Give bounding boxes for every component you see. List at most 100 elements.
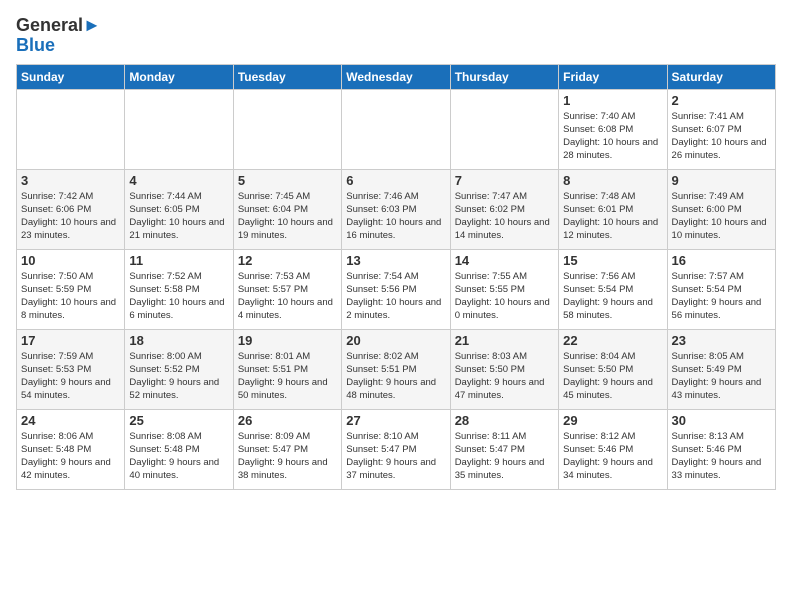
header-wednesday: Wednesday [342, 64, 450, 89]
calendar-cell: 27 Sunrise: 8:10 AM Sunset: 5:47 PM Dayli… [342, 409, 450, 489]
day-number: 23 [672, 333, 771, 348]
day-info: Sunrise: 7:48 AM Sunset: 6:01 PM Dayligh… [563, 190, 662, 243]
day-info: Sunrise: 8:03 AM Sunset: 5:50 PM Dayligh… [455, 350, 554, 403]
day-number: 6 [346, 173, 445, 188]
logo-svg-container: General► Blue [16, 16, 101, 56]
day-info: Sunrise: 7:57 AM Sunset: 5:54 PM Dayligh… [672, 270, 771, 323]
day-number: 13 [346, 253, 445, 268]
header: General► Blue [16, 16, 776, 56]
day-number: 4 [129, 173, 228, 188]
day-info: Sunrise: 7:50 AM Sunset: 5:59 PM Dayligh… [21, 270, 120, 323]
day-info: Sunrise: 8:04 AM Sunset: 5:50 PM Dayligh… [563, 350, 662, 403]
day-number: 9 [672, 173, 771, 188]
day-number: 16 [672, 253, 771, 268]
header-saturday: Saturday [667, 64, 775, 89]
calendar-cell [233, 89, 341, 169]
day-number: 29 [563, 413, 662, 428]
day-number: 1 [563, 93, 662, 108]
header-monday: Monday [125, 64, 233, 89]
header-thursday: Thursday [450, 64, 558, 89]
day-info: Sunrise: 7:41 AM Sunset: 6:07 PM Dayligh… [672, 110, 771, 163]
day-number: 10 [21, 253, 120, 268]
day-number: 20 [346, 333, 445, 348]
day-info: Sunrise: 7:55 AM Sunset: 5:55 PM Dayligh… [455, 270, 554, 323]
calendar-table: SundayMondayTuesdayWednesdayThursdayFrid… [16, 64, 776, 490]
week-row-3: 10 Sunrise: 7:50 AM Sunset: 5:59 PM Dayli… [17, 249, 776, 329]
calendar-cell: 23 Sunrise: 8:05 AM Sunset: 5:49 PM Dayli… [667, 329, 775, 409]
day-info: Sunrise: 8:02 AM Sunset: 5:51 PM Dayligh… [346, 350, 445, 403]
calendar-cell: 1 Sunrise: 7:40 AM Sunset: 6:08 PM Daylig… [559, 89, 667, 169]
calendar-cell: 24 Sunrise: 8:06 AM Sunset: 5:48 PM Dayli… [17, 409, 125, 489]
day-info: Sunrise: 7:52 AM Sunset: 5:58 PM Dayligh… [129, 270, 228, 323]
day-info: Sunrise: 8:11 AM Sunset: 5:47 PM Dayligh… [455, 430, 554, 483]
calendar-cell: 2 Sunrise: 7:41 AM Sunset: 6:07 PM Daylig… [667, 89, 775, 169]
logo-general-text: General► [16, 16, 101, 36]
day-info: Sunrise: 7:47 AM Sunset: 6:02 PM Dayligh… [455, 190, 554, 243]
day-number: 18 [129, 333, 228, 348]
day-info: Sunrise: 7:49 AM Sunset: 6:00 PM Dayligh… [672, 190, 771, 243]
day-number: 21 [455, 333, 554, 348]
calendar-cell: 28Sunrise: 8:11 AM Sunset: 5:47 PM Dayli… [450, 409, 558, 489]
calendar-cell [450, 89, 558, 169]
day-info: Sunrise: 7:54 AM Sunset: 5:56 PM Dayligh… [346, 270, 445, 323]
day-number: 8 [563, 173, 662, 188]
logo-blue-text: Blue [16, 36, 55, 56]
calendar-cell: 15 Sunrise: 7:56 AM Sunset: 5:54 PM Dayli… [559, 249, 667, 329]
day-info: Sunrise: 7:40 AM Sunset: 6:08 PM Dayligh… [563, 110, 662, 163]
calendar-cell: 22 Sunrise: 8:04 AM Sunset: 5:50 PM Dayli… [559, 329, 667, 409]
day-info: Sunrise: 8:08 AM Sunset: 5:48 PM Dayligh… [129, 430, 228, 483]
header-friday: Friday [559, 64, 667, 89]
week-row-5: 24 Sunrise: 8:06 AM Sunset: 5:48 PM Dayli… [17, 409, 776, 489]
day-number: 25 [129, 413, 228, 428]
week-row-4: 17 Sunrise: 7:59 AM Sunset: 5:53 PM Dayli… [17, 329, 776, 409]
day-number: 17 [21, 333, 120, 348]
day-info: Sunrise: 8:00 AM Sunset: 5:52 PM Dayligh… [129, 350, 228, 403]
header-tuesday: Tuesday [233, 64, 341, 89]
day-info: Sunrise: 7:45 AM Sunset: 6:04 PM Dayligh… [238, 190, 337, 243]
calendar-cell: 4Sunrise: 7:44 AM Sunset: 6:05 PM Daylig… [125, 169, 233, 249]
calendar-cell [342, 89, 450, 169]
calendar-cell: 14 Sunrise: 7:55 AM Sunset: 5:55 PM Dayli… [450, 249, 558, 329]
day-info: Sunrise: 7:46 AM Sunset: 6:03 PM Dayligh… [346, 190, 445, 243]
day-info: Sunrise: 8:10 AM Sunset: 5:47 PM Dayligh… [346, 430, 445, 483]
day-info: Sunrise: 8:12 AM Sunset: 5:46 PM Dayligh… [563, 430, 662, 483]
calendar-cell: 5Sunrise: 7:45 AM Sunset: 6:04 PM Daylig… [233, 169, 341, 249]
calendar-cell: 30 Sunrise: 8:13 AM Sunset: 5:46 PM Dayli… [667, 409, 775, 489]
day-info: Sunrise: 7:56 AM Sunset: 5:54 PM Dayligh… [563, 270, 662, 323]
day-info: Sunrise: 8:13 AM Sunset: 5:46 PM Dayligh… [672, 430, 771, 483]
calendar-cell: 19 Sunrise: 8:01 AM Sunset: 5:51 PM Dayli… [233, 329, 341, 409]
day-number: 15 [563, 253, 662, 268]
day-number: 14 [455, 253, 554, 268]
week-row-1: 1 Sunrise: 7:40 AM Sunset: 6:08 PM Daylig… [17, 89, 776, 169]
calendar-cell: 21 Sunrise: 8:03 AM Sunset: 5:50 PM Dayli… [450, 329, 558, 409]
calendar-cell: 29 Sunrise: 8:12 AM Sunset: 5:46 PM Dayli… [559, 409, 667, 489]
calendar-cell: 9 Sunrise: 7:49 AM Sunset: 6:00 PM Daylig… [667, 169, 775, 249]
day-number: 27 [346, 413, 445, 428]
calendar-body: 1 Sunrise: 7:40 AM Sunset: 6:08 PM Daylig… [17, 89, 776, 489]
calendar-cell: 3 Sunrise: 7:42 AM Sunset: 6:06 PM Daylig… [17, 169, 125, 249]
calendar-cell: 18 Sunrise: 8:00 AM Sunset: 5:52 PM Dayli… [125, 329, 233, 409]
day-number: 2 [672, 93, 771, 108]
day-number: 3 [21, 173, 120, 188]
calendar-cell [125, 89, 233, 169]
day-number: 30 [672, 413, 771, 428]
day-info: Sunrise: 8:09 AM Sunset: 5:47 PM Dayligh… [238, 430, 337, 483]
day-info: Sunrise: 7:59 AM Sunset: 5:53 PM Dayligh… [21, 350, 120, 403]
day-info: Sunrise: 8:01 AM Sunset: 5:51 PM Dayligh… [238, 350, 337, 403]
day-number: 24 [21, 413, 120, 428]
calendar-cell: 7Sunrise: 7:47 AM Sunset: 6:02 PM Daylig… [450, 169, 558, 249]
calendar-cell: 20 Sunrise: 8:02 AM Sunset: 5:51 PM Dayli… [342, 329, 450, 409]
logo: General► Blue [16, 16, 101, 56]
calendar-cell: 13 Sunrise: 7:54 AM Sunset: 5:56 PM Dayli… [342, 249, 450, 329]
calendar-header: SundayMondayTuesdayWednesdayThursdayFrid… [17, 64, 776, 89]
day-info: Sunrise: 8:06 AM Sunset: 5:48 PM Dayligh… [21, 430, 120, 483]
day-info: Sunrise: 7:53 AM Sunset: 5:57 PM Dayligh… [238, 270, 337, 323]
day-number: 11 [129, 253, 228, 268]
day-info: Sunrise: 7:42 AM Sunset: 6:06 PM Dayligh… [21, 190, 120, 243]
day-number: 26 [238, 413, 337, 428]
day-number: 19 [238, 333, 337, 348]
day-number: 22 [563, 333, 662, 348]
day-info: Sunrise: 8:05 AM Sunset: 5:49 PM Dayligh… [672, 350, 771, 403]
calendar-cell: 25 Sunrise: 8:08 AM Sunset: 5:48 PM Dayli… [125, 409, 233, 489]
calendar-cell: 6 Sunrise: 7:46 AM Sunset: 6:03 PM Daylig… [342, 169, 450, 249]
